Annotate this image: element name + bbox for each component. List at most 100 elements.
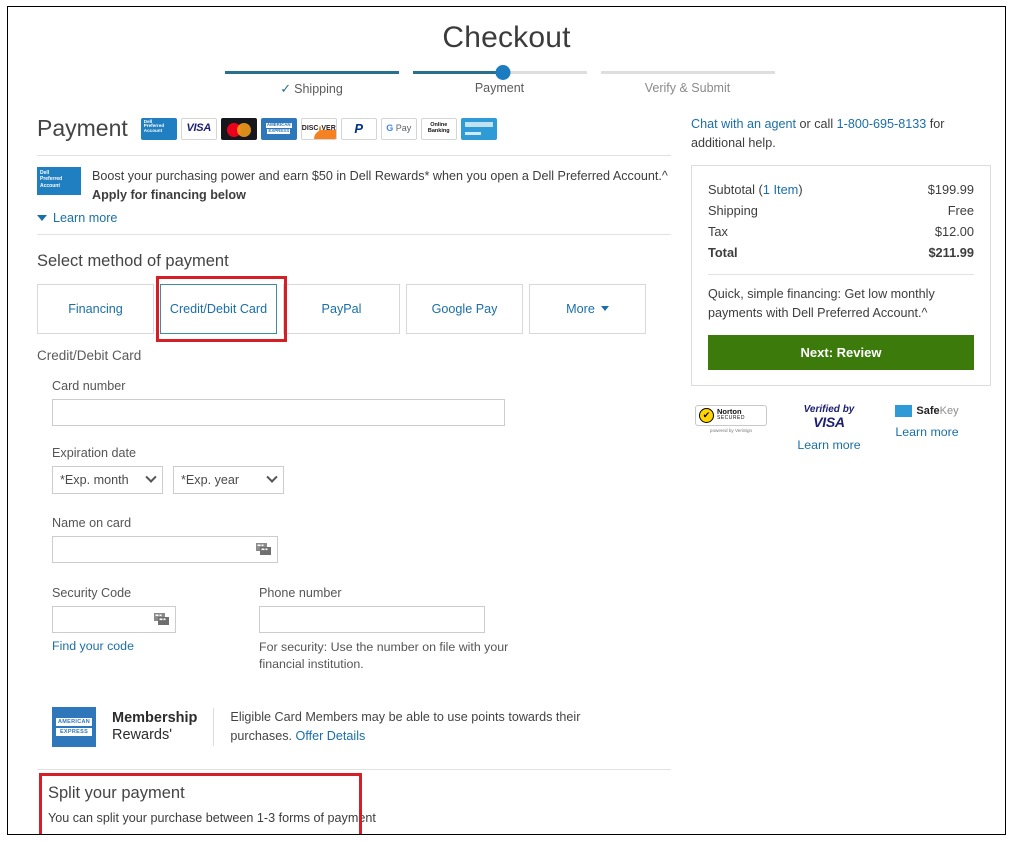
- membership-rewards-line-1: Membership: [112, 709, 198, 726]
- membership-rewards-line-2: Rewardsʹ: [112, 727, 172, 744]
- safekey-learn-more-link[interactable]: Learn more: [891, 424, 963, 440]
- membership-rewards-wordmark: Membership Rewardsʹ: [112, 710, 197, 745]
- checkout-stepper: ✓ Shipping Payment Verify & Submit: [224, 65, 789, 97]
- amex-chip-icon: [895, 404, 913, 417]
- method-tab-credit-debit-card[interactable]: Credit/Debit Card: [160, 283, 277, 334]
- step-verify-label: Verify & Submit: [644, 81, 731, 95]
- amex-offer-text: Eligible Card Members may be able to use…: [230, 710, 581, 744]
- norton-secured-badge: ✔ Norton SECURED powered by VeriSign: [695, 404, 767, 433]
- amex-line-2: EXPRESS: [56, 728, 92, 737]
- safekey-badge: SafeKey Learn more: [891, 404, 963, 440]
- financing-blurb: Quick, simple financing: Get low monthly…: [708, 286, 935, 320]
- step-shipping-label: ✓ Shipping: [280, 81, 343, 96]
- google-pay-logo: G Pay: [380, 117, 417, 140]
- expiration-date-label: Expiration date: [52, 445, 137, 460]
- chevron-down-icon: [37, 214, 47, 221]
- amex-line-1: AMERICAN: [56, 718, 92, 727]
- check-icon: ✓: [280, 81, 292, 96]
- split-payment-section: Split your payment You can split your pu…: [37, 770, 671, 834]
- method-tab-more-label: More: [566, 301, 595, 316]
- card-number-input[interactable]: [52, 398, 505, 426]
- summary-row-subtotal: Subtotal (1 Item) $199.99: [708, 181, 974, 197]
- step-shipping-bar: [224, 71, 399, 74]
- offer-details-link[interactable]: Offer Details: [296, 729, 366, 743]
- autofill-icon[interactable]: [154, 612, 170, 627]
- vbv-learn-more-link[interactable]: Learn more: [793, 437, 865, 453]
- summary-value-shipping: Free: [947, 202, 974, 218]
- phone-number-input[interactable]: [259, 605, 485, 633]
- summary-label-shipping: Shipping: [708, 202, 758, 218]
- discover-logo: DISC VER: [300, 117, 337, 140]
- exp-year-value: *Exp. year: [181, 472, 240, 487]
- security-phone-row: Security Code Find your code Phone numbe…: [37, 586, 671, 674]
- page-title: Checkout: [442, 21, 571, 54]
- security-code-label: Security Code: [52, 585, 132, 600]
- phone-number-label: Phone number: [259, 585, 342, 600]
- amex-membership-rewards: AMERICAN EXPRESS Membership Rewardsʹ Eli…: [52, 707, 671, 748]
- method-tab-financing-label: Financing: [68, 301, 123, 316]
- mastercard-logo: [220, 117, 257, 140]
- item-count-link[interactable]: 1 Item: [763, 182, 799, 197]
- step-payment-bar: [412, 65, 587, 80]
- step-payment-dot-icon: [495, 65, 511, 80]
- dell-gift-card-logo: [460, 117, 497, 140]
- browser-page-frame: Checkout ✓ Shipping Payment Verify & Subm…: [7, 6, 1006, 835]
- divider: [708, 273, 974, 275]
- promo-text: Boost your purchasing power and earn $50…: [92, 167, 668, 205]
- paypal-logo: P: [340, 117, 377, 140]
- split-payment-description: You can split your purchase between 1-3 …: [48, 811, 376, 826]
- accepted-payment-logos: Dell Preferred Account VISA AMERICAN EXPRES…: [140, 117, 497, 140]
- trust-badges: ✔ Norton SECURED powered by VeriSign Ver…: [695, 404, 991, 453]
- phone-number-helper-text: For security: Use the number on file wit…: [259, 639, 509, 671]
- order-summary-card: Subtotal (1 Item) $199.99 Shipping Free …: [691, 164, 991, 386]
- summary-label-tax: Tax: [708, 223, 728, 239]
- step-shipping[interactable]: ✓ Shipping: [224, 71, 413, 97]
- promo-learn-more-label: Learn more: [53, 210, 118, 225]
- find-your-code-link[interactable]: Find your code: [52, 639, 176, 653]
- order-summary-column: Chat with an agent or call 1-800-695-813…: [691, 115, 991, 453]
- exp-year-select[interactable]: *Exp. year: [173, 465, 284, 494]
- summary-value-tax: $12.00: [934, 223, 974, 239]
- next-review-button[interactable]: Next: Review: [708, 334, 974, 370]
- support-phone-link[interactable]: 1-800-695-8133: [837, 117, 927, 131]
- name-on-card-input[interactable]: [52, 535, 278, 563]
- norton-footnote: powered by VeriSign: [709, 427, 753, 433]
- check-icon: ✔: [699, 407, 714, 423]
- summary-label-total: Total: [708, 244, 738, 260]
- chevron-down-icon: [145, 471, 157, 483]
- method-tab-financing[interactable]: Financing: [37, 283, 154, 334]
- step-payment[interactable]: Payment: [412, 65, 601, 97]
- exp-month-select[interactable]: *Exp. month: [52, 465, 163, 494]
- step-payment-label: Payment: [474, 81, 525, 95]
- step-payment-bar-fill: [412, 71, 509, 74]
- method-tab-google-pay[interactable]: Google Pay: [406, 283, 523, 334]
- autofill-icon[interactable]: [256, 542, 272, 557]
- summary-row-shipping: Shipping Free: [708, 200, 974, 221]
- security-code-input[interactable]: [52, 605, 176, 633]
- summary-value-total: $211.99: [928, 244, 974, 260]
- divider: [213, 708, 215, 747]
- method-tab-credit-debit-card-label: Credit/Debit Card: [169, 301, 268, 316]
- expiration-date-field: Expiration date *Exp. month *Exp. year: [52, 446, 671, 494]
- promo-learn-more-toggle[interactable]: Learn more: [37, 211, 671, 225]
- selected-method-label: Credit/Debit Card: [37, 347, 142, 363]
- chat-with-agent-link[interactable]: Chat with an agent: [691, 117, 796, 131]
- help-line: Chat with an agent or call 1-800-695-813…: [691, 117, 945, 150]
- norton-subtitle: SECURED: [717, 415, 745, 422]
- dell-preferred-account-promo: Dell Preferred Account Boost your purchasi…: [37, 155, 671, 235]
- step-verify-bar: [600, 71, 775, 74]
- safekey-subtitle: Key: [939, 404, 959, 417]
- method-tab-paypal[interactable]: PayPal: [283, 283, 400, 334]
- payment-main-column: Payment Dell Preferred Account VISA AMERIC…: [37, 115, 671, 834]
- american-express-logo: AMERICAN EXPRESS: [52, 707, 96, 748]
- split-payment-wrapper: Split your payment You can split your pu…: [37, 769, 671, 834]
- payment-method-tabs: Financing Credit/Debit Card PayPal Googl…: [37, 275, 671, 342]
- summary-row-total: Total $211.99: [708, 242, 974, 263]
- payment-header: Payment Dell Preferred Account VISA AMERIC…: [37, 115, 671, 142]
- visa-logo: VISA: [180, 117, 217, 140]
- promo-subline: Apply for financing below: [92, 188, 246, 203]
- step-verify-submit[interactable]: Verify & Submit: [600, 71, 789, 97]
- method-tab-more[interactable]: More: [529, 283, 646, 334]
- online-banking-logo: Online Banking: [420, 117, 457, 140]
- dell-preferred-account-logo: Dell Preferred Account: [140, 117, 177, 140]
